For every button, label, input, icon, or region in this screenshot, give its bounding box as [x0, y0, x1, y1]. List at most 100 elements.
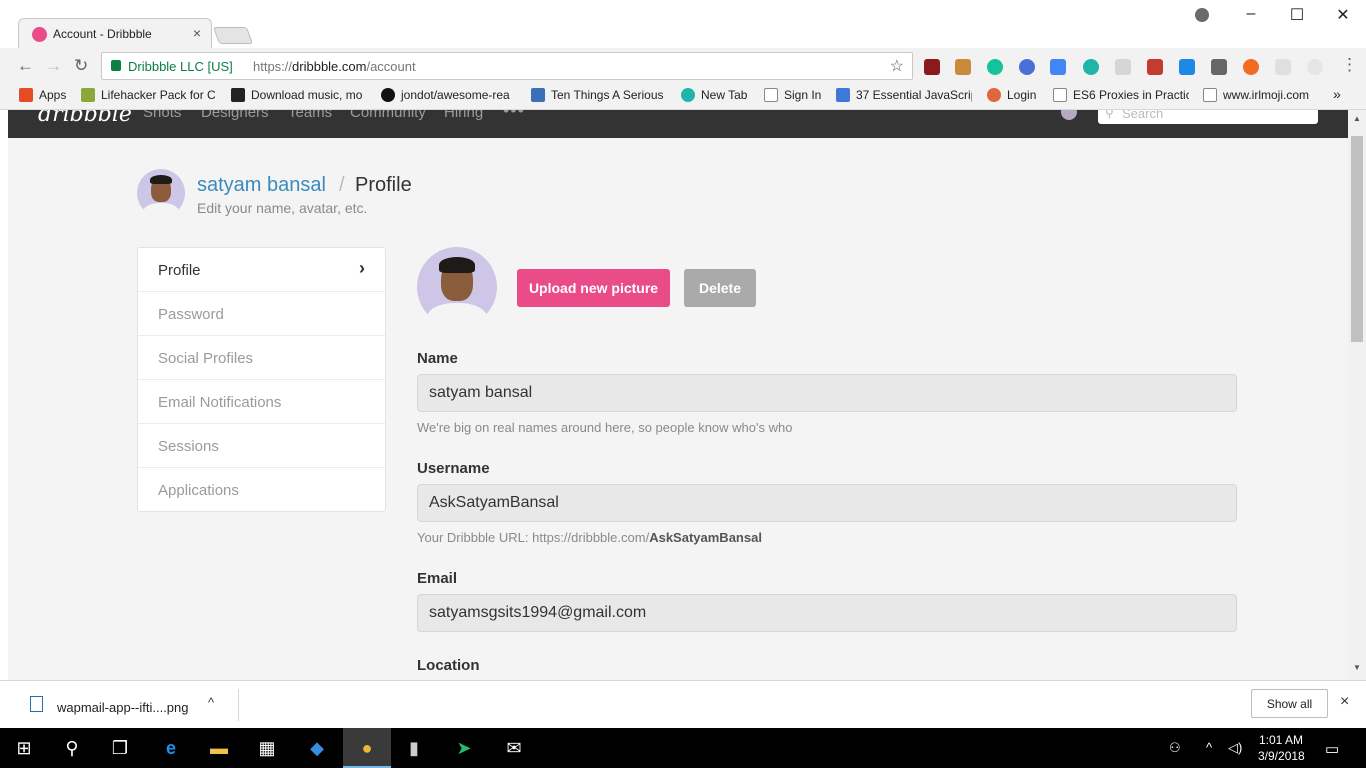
file-explorer-icon[interactable]: ▬ [207, 736, 231, 760]
scrollbar-thumb[interactable] [1351, 136, 1363, 342]
store-icon[interactable]: ▦ [255, 736, 279, 760]
edge-browser-icon[interactable]: e [159, 736, 183, 760]
send-app-icon[interactable]: ➤ [452, 736, 476, 760]
email-label: Email [417, 570, 458, 587]
bookmark-star-icon[interactable]: ☆ [890, 56, 904, 76]
scroll-down-icon[interactable]: ▼ [1353, 663, 1361, 672]
sidebar-item-social-profiles[interactable]: Social Profiles [138, 336, 385, 380]
name-field[interactable] [417, 374, 1237, 412]
extension-icon[interactable] [955, 59, 971, 75]
extension-icon[interactable] [1147, 59, 1163, 75]
show-hidden-icons-icon[interactable]: ^ [1206, 740, 1212, 755]
nav-teams[interactable]: Teams [288, 110, 332, 121]
bookmark-apps[interactable]: Apps [19, 88, 79, 106]
browser-tab[interactable]: Account - Dribbble × [18, 18, 212, 48]
minimize-icon[interactable]: – [1236, 5, 1266, 23]
reload-icon[interactable]: ↻ [74, 56, 88, 76]
windows-taskbar: ⊞ ⚲ ❐ e ▬ ▦ ◆ ● ▮ ➤ ✉ ⚇ ^ ◁) 1:01 AM 3/9… [0, 728, 1366, 768]
translate-extension-icon[interactable] [1050, 59, 1066, 75]
sidebar-item-label: Email Notifications [158, 394, 282, 411]
page-subtitle: Edit your name, avatar, etc. [197, 200, 368, 216]
bookmark-login[interactable]: Login [987, 88, 1043, 106]
extension-icon[interactable] [1115, 59, 1131, 75]
clock-time: 1:01 AM [1258, 733, 1304, 747]
username-field[interactable] [417, 484, 1237, 522]
sidebar-item-label: Sessions [158, 438, 219, 455]
extension-icon[interactable] [1275, 59, 1291, 75]
email-field[interactable] [417, 594, 1237, 632]
address-bar[interactable]: Dribbble LLC [US] https://dribbble.com/a… [101, 52, 913, 80]
username-label: Username [417, 460, 490, 477]
system-clock[interactable]: 1:01 AM 3/9/2018 [1258, 732, 1305, 764]
bookmark-github[interactable]: jondot/awesome-rea [381, 88, 516, 106]
lifehacker-icon [81, 88, 95, 102]
bookmark-download-music[interactable]: Download music, mo [231, 88, 367, 106]
delete-picture-button[interactable]: Delete [684, 269, 756, 307]
show-all-downloads-button[interactable]: Show all [1251, 689, 1328, 718]
sidebar-item-password[interactable]: Password [138, 292, 385, 336]
speaker-app-icon[interactable]: ▮ [402, 736, 426, 760]
maximize-icon[interactable]: ☐ [1282, 5, 1312, 25]
username-hint: Your Dribbble URL: https://dribbble.com/… [417, 530, 762, 545]
forward-icon[interactable]: → [45, 56, 62, 76]
sidebar-item-sessions[interactable]: Sessions [138, 424, 385, 468]
bookmarks-overflow-icon[interactable]: » [1333, 86, 1341, 104]
bookmark-sign-in[interactable]: Sign In [764, 88, 826, 106]
user-name-link[interactable]: satyam bansal [197, 174, 326, 197]
extension-icon[interactable] [1019, 59, 1035, 75]
new-tab-button[interactable] [212, 27, 254, 44]
mail-icon[interactable]: ✉ [502, 736, 526, 760]
download-file-name[interactable]: wapmail-app--ifti....png [57, 700, 189, 715]
extension-icon[interactable] [1307, 59, 1323, 75]
dribbble-logo[interactable]: dribbble [38, 110, 132, 127]
page-viewport: dribbble Shots Designers Teams Community… [8, 110, 1348, 680]
windows-start-icon[interactable]: ⊞ [12, 736, 36, 760]
chrome-profile-icon[interactable] [1195, 8, 1209, 22]
bookmark-new-tab[interactable]: New Tab [681, 88, 753, 106]
url-text: https://dribbble.com/account [253, 59, 416, 74]
chrome-menu-icon[interactable]: ⋮ [1341, 55, 1358, 75]
people-icon[interactable]: ⚇ [1169, 740, 1181, 756]
nav-designers[interactable]: Designers [201, 110, 269, 121]
dribbble-navbar: dribbble Shots Designers Teams Community… [8, 110, 1348, 138]
extension-icon[interactable] [1179, 59, 1195, 75]
ublock-extension-icon[interactable] [924, 59, 940, 75]
chrome-icon[interactable]: ● [355, 736, 379, 760]
bookmark-lifehacker[interactable]: Lifehacker Pack for Cl [81, 88, 215, 106]
nav-hiring[interactable]: Hiring [444, 110, 483, 121]
sidebar-item-profile[interactable]: Profile › [138, 248, 385, 292]
nav-community[interactable]: Community [350, 110, 426, 121]
bookmark-irlmoji[interactable]: www.irlmoji.com [1203, 88, 1319, 106]
more-icon[interactable]: ••• [503, 110, 525, 121]
extension-icon[interactable] [1243, 59, 1259, 75]
header-avatar[interactable] [137, 169, 185, 217]
vscode-icon[interactable]: ◆ [305, 736, 329, 760]
nav-shots[interactable]: Shots [143, 110, 181, 121]
upload-picture-button[interactable]: Upload new picture [517, 269, 670, 307]
volume-icon[interactable]: ◁) [1228, 740, 1242, 756]
close-shelf-icon[interactable]: × [1340, 693, 1349, 711]
bookmark-37-essential[interactable]: 37 Essential JavaScrip [836, 88, 972, 106]
scroll-up-icon[interactable]: ▲ [1353, 114, 1361, 123]
window-edge [0, 110, 8, 680]
sidebar-item-email-notifications[interactable]: Email Notifications [138, 380, 385, 424]
back-icon[interactable]: ← [17, 56, 34, 76]
chevron-up-icon[interactable]: ^ [208, 695, 214, 710]
github-icon [381, 88, 395, 102]
profile-avatar [417, 247, 497, 327]
search-icon[interactable]: ⚲ [60, 736, 84, 760]
close-window-icon[interactable]: ✕ [1328, 5, 1358, 25]
sidebar-item-applications[interactable]: Applications [138, 468, 385, 512]
task-view-icon[interactable]: ❐ [108, 736, 132, 760]
bookmark-ten-things[interactable]: Ten Things A Serious [531, 88, 666, 106]
tab-close-icon[interactable]: × [193, 25, 201, 41]
grammarly-extension-icon[interactable] [987, 59, 1003, 75]
extension-icon[interactable] [1083, 59, 1099, 75]
action-center-icon[interactable]: ▭ [1325, 740, 1339, 758]
page-scrollbar[interactable]: ▲ ▼ [1348, 110, 1366, 680]
nav-avatar[interactable] [1061, 110, 1077, 120]
bookmark-es6-proxies[interactable]: ES6 Proxies in Practic [1053, 88, 1189, 106]
search-placeholder: Search [1122, 110, 1164, 121]
extension-icon[interactable] [1211, 59, 1227, 75]
site-search-input[interactable]: ⚲ Search [1098, 110, 1318, 124]
